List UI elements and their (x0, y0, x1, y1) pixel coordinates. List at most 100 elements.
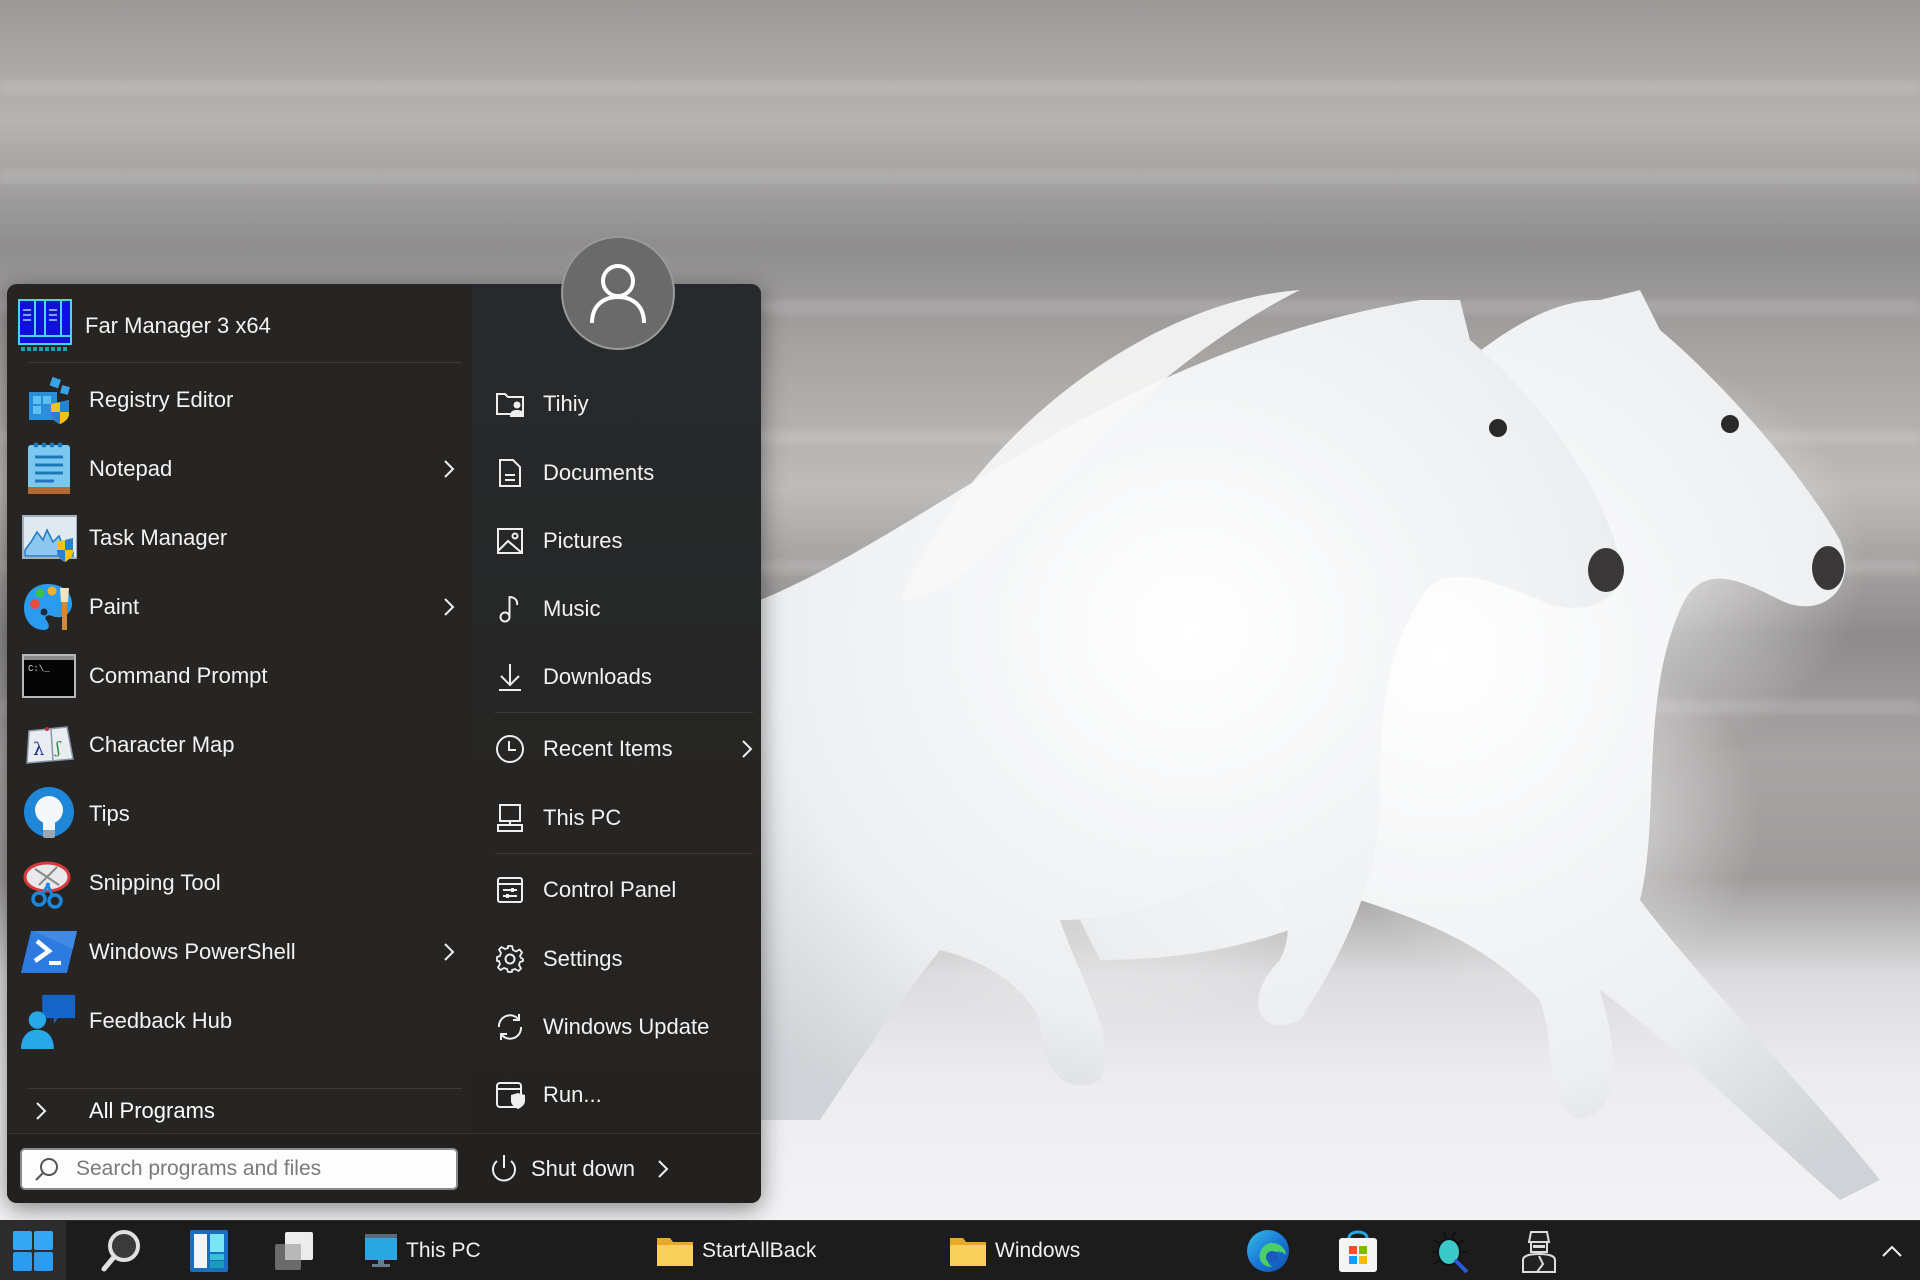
folder-icon (950, 1238, 986, 1266)
program-label: Character Map (89, 732, 235, 757)
program-label: Snipping Tool (89, 870, 221, 895)
edge-icon (1247, 1230, 1289, 1272)
taskbar-item-windows-folder[interactable]: Windows (949, 1221, 1099, 1280)
taskbar-item-label: Windows (995, 1239, 1081, 1262)
place-item-music[interactable]: Music (495, 577, 757, 641)
music-note-icon (495, 594, 525, 624)
search-icon (101, 1230, 140, 1272)
taskbar-search-button[interactable] (96, 1221, 146, 1280)
program-label: Windows PowerShell (89, 939, 296, 964)
divider (27, 362, 462, 363)
taskbar-item-edge[interactable] (1243, 1221, 1293, 1280)
program-item-notepad[interactable]: Notepad (15, 437, 465, 501)
place-item-settings[interactable]: Settings (495, 927, 757, 991)
divider (495, 853, 753, 854)
tray-overflow-button[interactable] (1872, 1221, 1912, 1280)
this-pc-icon (365, 1234, 397, 1267)
pinned-item-far-manager[interactable]: Far Manager 3 x64 (15, 294, 465, 358)
taskbar-item-bug-tool[interactable] (1424, 1221, 1474, 1280)
program-label: Notepad (89, 456, 173, 481)
clock-icon (495, 734, 525, 764)
chevron-right-icon[interactable] (439, 457, 459, 481)
picture-icon (495, 526, 525, 556)
place-label: Documents (543, 460, 655, 485)
taskbar-item-this-pc[interactable]: This PC (364, 1221, 504, 1280)
taskbar-item-microsoft-store[interactable] (1333, 1221, 1383, 1280)
taskbar: This PC StartAllBack Windows (0, 1220, 1920, 1280)
search-icon (35, 1158, 58, 1181)
program-label: Registry Editor (89, 387, 234, 412)
place-label: Music (543, 596, 601, 621)
place-label: Control Panel (543, 877, 677, 902)
bug-magnifier-icon (1431, 1231, 1469, 1274)
power-icon (492, 1155, 516, 1182)
spy-agent-icon (1522, 1231, 1556, 1273)
tips-icon (21, 786, 77, 842)
command-prompt-icon: C:\_ (21, 648, 77, 704)
place-item-windows-update[interactable]: Windows Update (495, 995, 757, 1059)
program-item-character-map[interactable]: λ ʃ Character Map (15, 713, 465, 777)
place-label: Windows Update (543, 1014, 710, 1039)
place-item-this-pc[interactable]: This PC (495, 786, 757, 850)
sync-icon (495, 1012, 525, 1042)
paint-icon (21, 579, 77, 635)
program-label: Command Prompt (89, 663, 268, 688)
shutdown-label: Shut down (531, 1156, 635, 1181)
start-menu: Far Manager 3 x64 Registry Editor Notepa… (7, 236, 761, 1203)
feedback-hub-icon (21, 993, 77, 1049)
widgets-icon (190, 1230, 228, 1272)
folder-icon (657, 1238, 693, 1266)
chevron-right-icon[interactable] (439, 595, 459, 619)
chevron-right-icon[interactable] (653, 1157, 673, 1181)
widgets-button[interactable] (184, 1221, 234, 1280)
program-label: Feedback Hub (89, 1008, 233, 1033)
program-item-task-manager[interactable]: Task Manager (15, 506, 465, 570)
program-label: Tips (89, 801, 130, 826)
shutdown-button[interactable]: Shut down (489, 1144, 673, 1194)
program-item-registry-editor[interactable]: Registry Editor (15, 368, 465, 432)
powershell-icon (21, 924, 77, 980)
place-item-documents[interactable]: Documents (495, 441, 757, 505)
task-view-button[interactable] (270, 1221, 320, 1280)
start-button[interactable] (0, 1221, 66, 1280)
gear-icon (495, 944, 525, 974)
chevron-up-icon (1882, 1245, 1902, 1257)
svg-text:λ: λ (33, 739, 44, 760)
taskbar-item-spy-agent[interactable] (1514, 1221, 1564, 1280)
chevron-right-icon[interactable] (737, 737, 757, 761)
windows-start-icon (13, 1231, 53, 1271)
snipping-tool-icon (21, 855, 77, 911)
program-item-paint[interactable]: Paint (15, 575, 465, 639)
place-item-control-panel[interactable]: Control Panel (495, 858, 757, 922)
place-item-pictures[interactable]: Pictures (495, 509, 757, 573)
program-item-tips[interactable]: Tips (15, 782, 465, 846)
program-item-feedback-hub[interactable]: Feedback Hub (15, 989, 465, 1053)
program-item-snipping-tool[interactable]: Snipping Tool (15, 851, 465, 915)
place-label: Recent Items (543, 736, 673, 761)
program-item-windows-powershell[interactable]: Windows PowerShell (15, 920, 465, 984)
place-item-recent-items[interactable]: Recent Items (495, 717, 757, 781)
all-programs-label: All Programs (89, 1098, 215, 1123)
user-icon (590, 264, 646, 324)
program-item-command-prompt[interactable]: C:\_ Command Prompt (15, 644, 465, 708)
task-view-icon (275, 1232, 313, 1270)
divider (495, 712, 753, 713)
program-label: Task Manager (89, 525, 228, 550)
place-item-run[interactable]: Run... (495, 1063, 757, 1127)
place-label: Tihiy (543, 391, 589, 416)
search-input[interactable] (76, 1157, 446, 1181)
search-box[interactable] (20, 1148, 458, 1190)
chevron-right-icon[interactable] (439, 940, 459, 964)
taskbar-item-startallback[interactable]: StartAllBack (656, 1221, 836, 1280)
user-avatar-button[interactable] (561, 236, 675, 350)
download-icon (495, 662, 525, 692)
place-item-downloads[interactable]: Downloads (495, 645, 757, 709)
registry-editor-icon (21, 372, 77, 428)
user-folder-icon (495, 389, 525, 419)
place-label: Pictures (543, 528, 623, 553)
all-programs-button[interactable]: All Programs (15, 1089, 465, 1133)
place-label: Settings (543, 946, 623, 971)
place-item-user-folder[interactable]: Tihiy (495, 372, 757, 436)
document-icon (495, 458, 525, 488)
pinned-item-label: Far Manager 3 x64 (85, 313, 271, 338)
